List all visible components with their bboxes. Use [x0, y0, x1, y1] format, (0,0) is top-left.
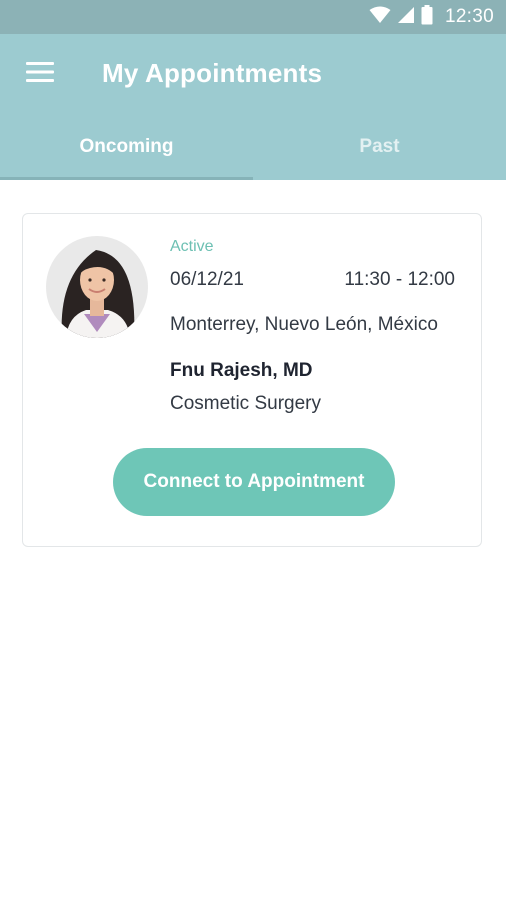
battery-icon [421, 4, 433, 30]
tab-oncoming[interactable]: Oncoming [0, 126, 253, 180]
tab-oncoming-label: Oncoming [79, 136, 174, 157]
doctor-name: Fnu Rajesh, MD [170, 360, 313, 381]
doctor-specialty: Cosmetic Surgery [170, 393, 321, 414]
app-bar: My Appointments Oncoming Past [0, 34, 506, 180]
appointment-location: Monterrey, Nuevo León, México [170, 314, 438, 335]
tab-selected-indicator [0, 177, 253, 180]
tab-past-label: Past [359, 136, 400, 157]
tab-past[interactable]: Past [253, 126, 506, 180]
menu-button[interactable] [16, 54, 64, 94]
doctor-avatar [46, 236, 148, 338]
appointment-date: 06/12/21 [170, 269, 244, 290]
status-time: 12:30 [444, 6, 494, 27]
appointment-status: Active [170, 238, 214, 255]
appointment-card[interactable]: Active 06/12/21 11:30 - 12:00 Monterrey,… [22, 213, 482, 547]
page-title: My Appointments [102, 58, 323, 88]
status-bar: 12:30 [0, 0, 506, 34]
status-icons: 12:30 [369, 4, 494, 30]
cellular-signal-icon [397, 6, 415, 29]
appointment-time: 11:30 - 12:00 [344, 269, 455, 290]
hamburger-menu-icon [26, 61, 54, 87]
wifi-icon [369, 6, 391, 29]
connect-to-appointment-button[interactable]: Connect to Appointment [113, 448, 395, 516]
